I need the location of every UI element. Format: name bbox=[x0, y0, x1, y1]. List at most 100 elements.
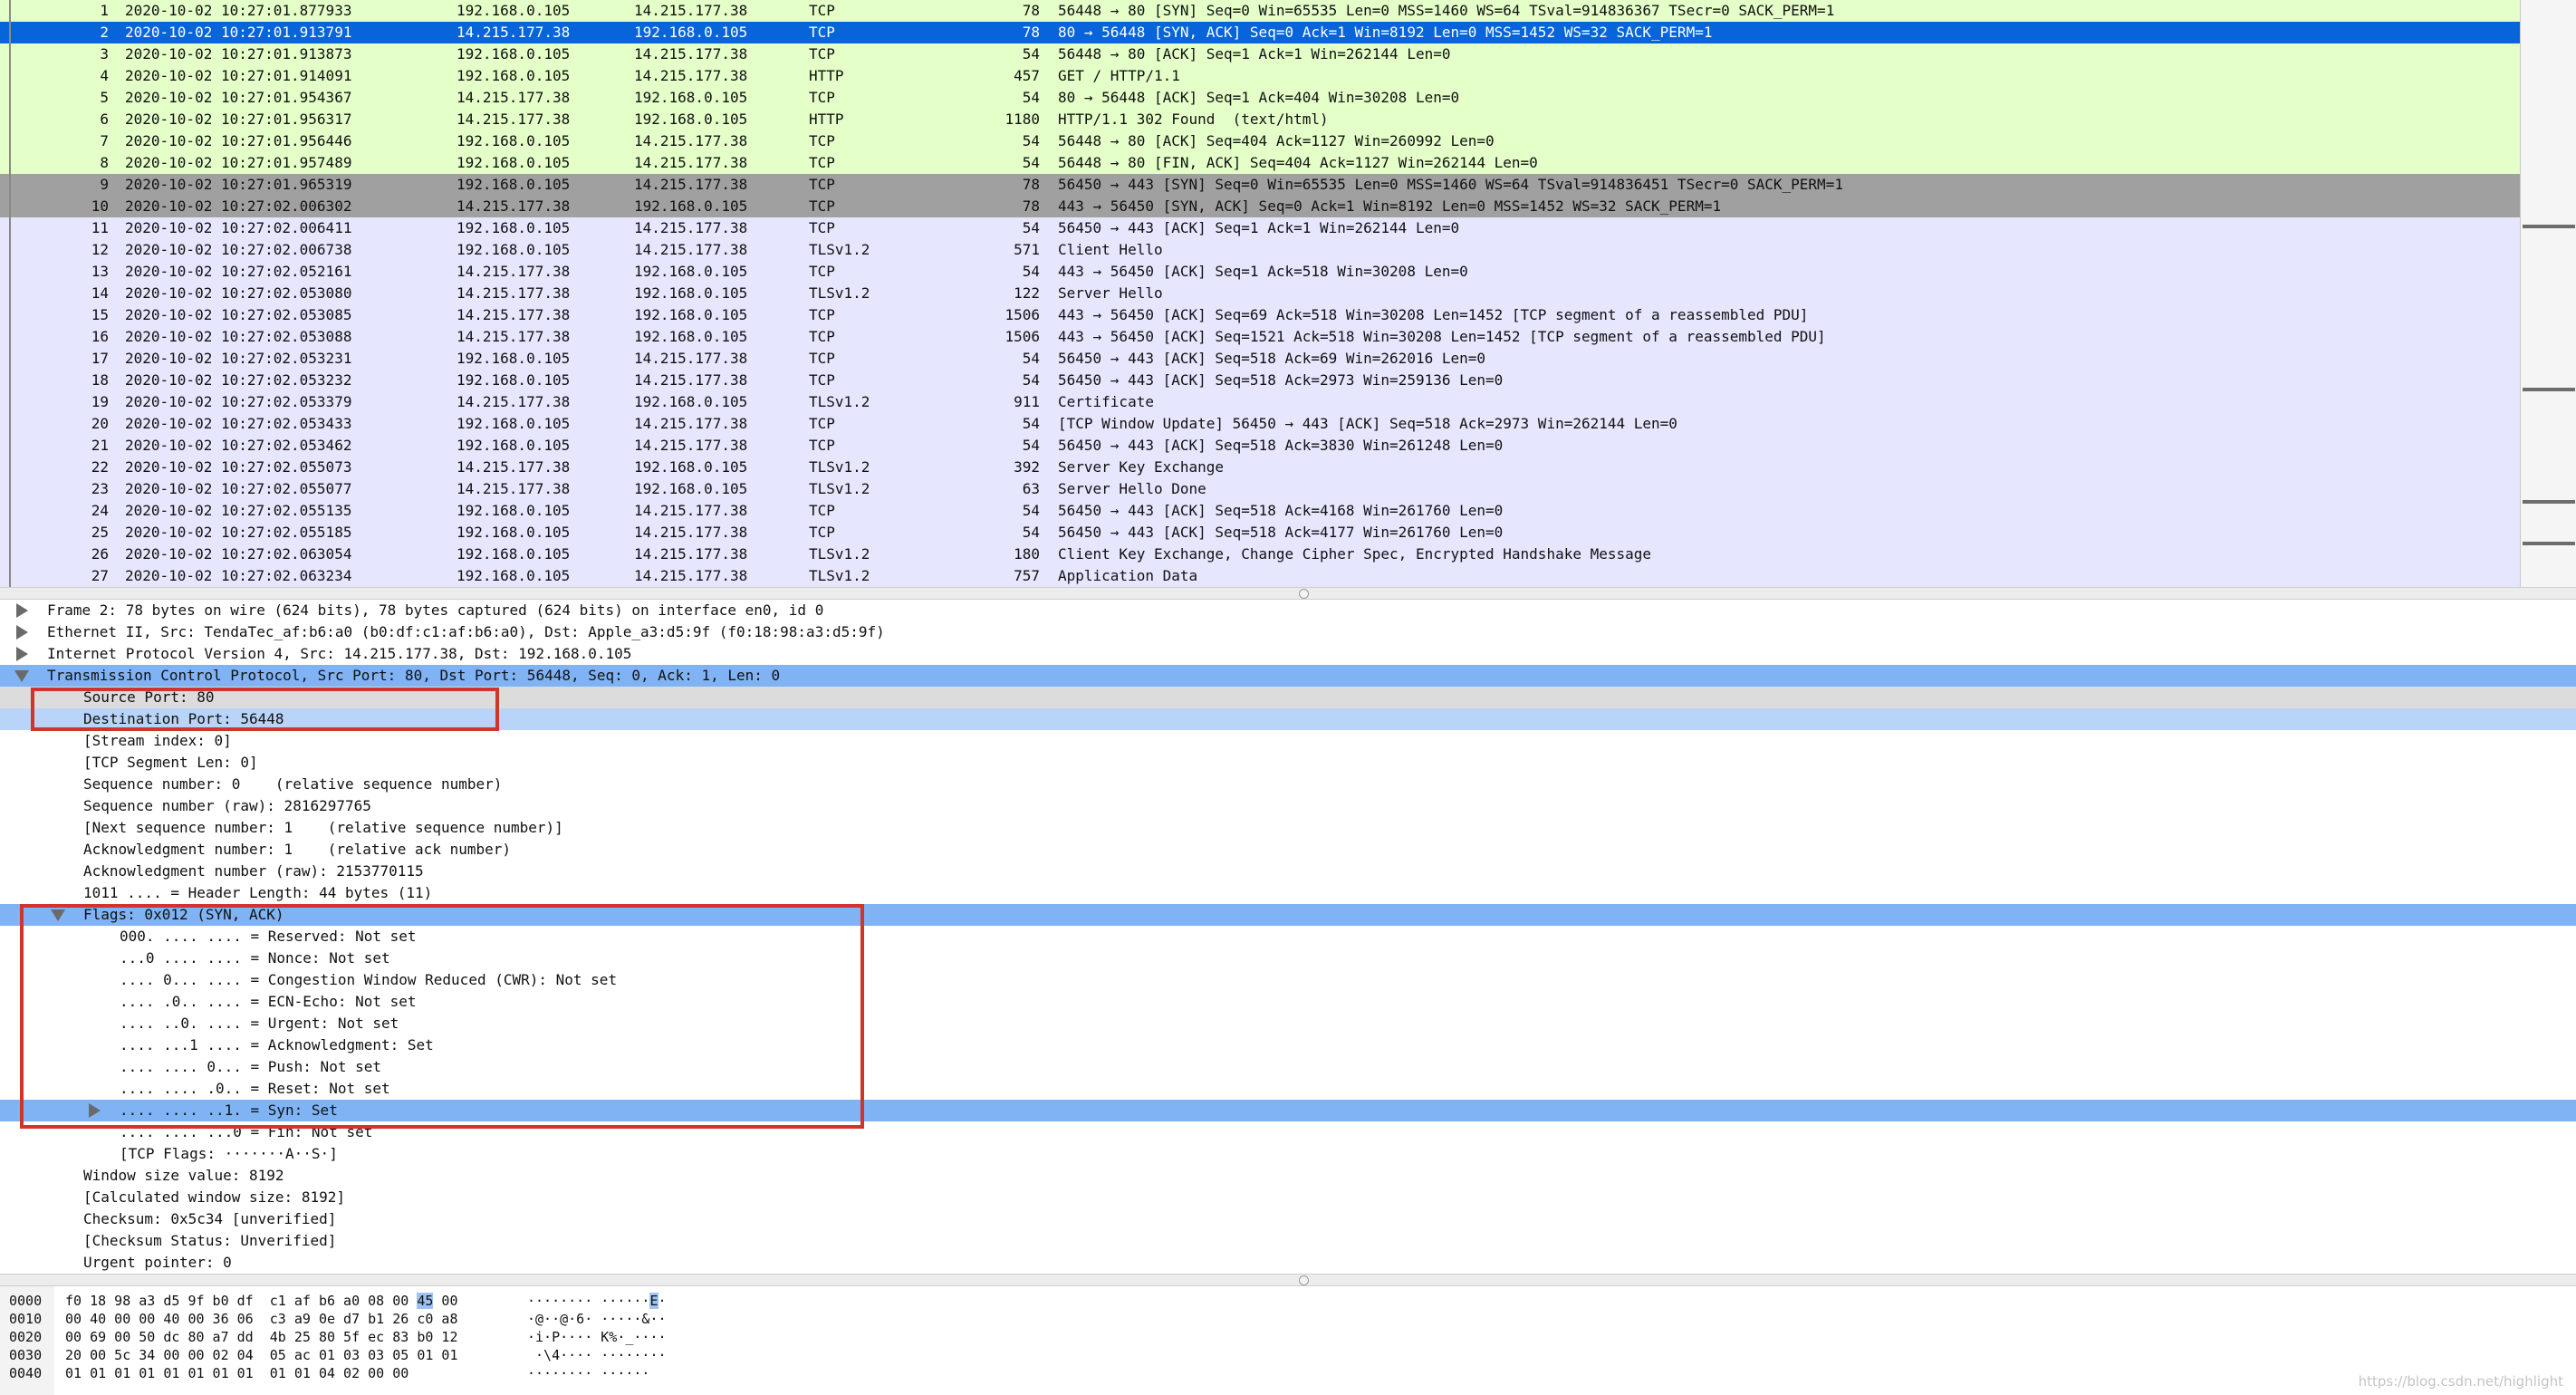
packet-row[interactable]: 16 2020-10-02 10:27:02.053088 14.215.177.3… bbox=[0, 326, 2520, 348]
packet-row[interactable]: 11 2020-10-02 10:27:02.006411 192.168.0.10… bbox=[0, 217, 2520, 239]
packet-row[interactable]: 23 2020-10-02 10:27:02.055077 14.215.177.3… bbox=[0, 478, 2520, 500]
packet-row[interactable]: 5 2020-10-02 10:27:01.954367 14.215.177.38… bbox=[0, 87, 2520, 109]
detail-tree-row[interactable]: .... .... 0... = Push: Not set bbox=[0, 1056, 2576, 1078]
packet-row[interactable]: 17 2020-10-02 10:27:02.053231 192.168.0.10… bbox=[0, 348, 2520, 370]
hex-bytes[interactable]: 20 00 5c 34 00 00 02 04 05 ac 01 03 03 0… bbox=[65, 1346, 457, 1364]
detail-tree-row[interactable]: [Stream index: 0] bbox=[0, 730, 2576, 752]
packet-row[interactable]: 6 2020-10-02 10:27:01.956317 14.215.177.38… bbox=[0, 109, 2520, 130]
detail-tree-row[interactable]: Source Port: 80 bbox=[0, 687, 2576, 708]
detail-tree-row[interactable]: 000. .... .... = Reserved: Not set bbox=[0, 926, 2576, 948]
packet-row[interactable]: 10 2020-10-02 10:27:02.006302 14.215.177.3… bbox=[0, 196, 2520, 217]
detail-tree-row[interactable]: Ethernet II, Src: TendaTec_af:b6:a0 (b0:… bbox=[0, 621, 2576, 643]
hex-ascii[interactable]: ·\4···· ········ bbox=[527, 1346, 667, 1364]
packet-row[interactable]: 12 2020-10-02 10:27:02.006738 192.168.0.10… bbox=[0, 239, 2520, 261]
packet-info-cell: 56450 → 443 [ACK] Seq=518 Ack=2973 Win=2… bbox=[1058, 371, 1504, 389]
packet-proto-cell: TCP bbox=[809, 328, 835, 345]
packet-row[interactable]: 25 2020-10-02 10:27:02.055185 192.168.0.10… bbox=[0, 522, 2520, 544]
detail-tree-row[interactable]: .... .0.. .... = ECN-Echo: Not set bbox=[0, 991, 2576, 1013]
detail-tree-row[interactable]: [TCP Segment Len: 0] bbox=[0, 752, 2576, 774]
packet-src-cell: 192.168.0.105 bbox=[457, 415, 571, 432]
hex-ascii[interactable]: ········ ······E· bbox=[527, 1292, 667, 1310]
pane-splitter-top[interactable] bbox=[0, 587, 2576, 600]
hex-bytes[interactable]: f0 18 98 a3 d5 9f b0 df c1 af b6 a0 08 0… bbox=[65, 1292, 457, 1310]
expand-arrow-icon[interactable] bbox=[16, 603, 28, 618]
detail-tree-row[interactable]: [TCP Flags: ·······A··S·] bbox=[0, 1143, 2576, 1165]
hex-ascii[interactable]: ·@··@·6· ·····&·· bbox=[527, 1310, 667, 1328]
packet-bytes-pane[interactable]: 0000 f0 18 98 a3 d5 9f b0 df c1 af b6 a0 … bbox=[0, 1286, 2576, 1395]
ascii-char-group: ········ ······ bbox=[527, 1293, 650, 1309]
detail-tree-row[interactable]: Window size value: 8192 bbox=[0, 1165, 2576, 1187]
detail-tree-row[interactable]: [Checksum Status: Unverified] bbox=[0, 1230, 2576, 1252]
packet-row[interactable]: 8 2020-10-02 10:27:01.957489 192.168.0.105… bbox=[0, 152, 2520, 174]
packet-row[interactable]: 13 2020-10-02 10:27:02.052161 14.215.177.3… bbox=[0, 261, 2520, 283]
hex-bytes[interactable]: 01 01 01 01 01 01 01 01 01 01 04 02 00 0… bbox=[65, 1364, 409, 1382]
packet-row[interactable]: 26 2020-10-02 10:27:02.063054 192.168.0.10… bbox=[0, 544, 2520, 565]
detail-tree-row[interactable]: Acknowledgment number: 1 (relative ack n… bbox=[0, 839, 2576, 861]
packet-row[interactable]: 18 2020-10-02 10:27:02.053232 192.168.0.10… bbox=[0, 370, 2520, 391]
packet-dst-cell: 14.215.177.38 bbox=[634, 437, 748, 454]
packet-time-cell: 2020-10-02 10:27:02.063054 bbox=[125, 545, 352, 563]
minimap-marker bbox=[2523, 388, 2575, 391]
packet-row[interactable]: 24 2020-10-02 10:27:02.055135 192.168.0.10… bbox=[0, 500, 2520, 522]
collapse-arrow-icon[interactable] bbox=[14, 670, 29, 682]
packet-list[interactable]: 1 2020-10-02 10:27:01.877933 192.168.0.105… bbox=[0, 0, 2576, 587]
detail-tree-row[interactable]: .... .... ...0 = Fin: Not set bbox=[0, 1121, 2576, 1143]
detail-tree-row[interactable]: Destination Port: 56448 bbox=[0, 708, 2576, 730]
expand-arrow-icon[interactable] bbox=[16, 625, 28, 640]
packet-len-cell: 78 bbox=[1022, 197, 1040, 215]
detail-tree-row[interactable]: Transmission Control Protocol, Src Port:… bbox=[0, 665, 2576, 687]
detail-tree-row[interactable]: .... .... ..1. = Syn: Set bbox=[0, 1100, 2576, 1121]
packet-row[interactable]: 19 2020-10-02 10:27:02.053379 14.215.177.3… bbox=[0, 391, 2520, 413]
packet-time-cell: 2020-10-02 10:27:02.063234 bbox=[125, 567, 352, 584]
detail-tree-row[interactable]: .... .... .0.. = Reset: Not set bbox=[0, 1078, 2576, 1100]
hex-ascii[interactable]: ·i·P···· K%·_···· bbox=[527, 1328, 667, 1346]
expand-arrow-icon[interactable] bbox=[89, 1103, 101, 1118]
packet-list-scroll-minimap[interactable] bbox=[2520, 0, 2576, 587]
splitter-handle-icon[interactable] bbox=[1299, 1275, 1309, 1285]
hex-bytes[interactable]: 00 69 00 50 dc 80 a7 dd 4b 25 80 5f ec 8… bbox=[65, 1328, 457, 1346]
detail-tree-row[interactable]: Urgent pointer: 0 bbox=[0, 1252, 2576, 1274]
splitter-handle-icon[interactable] bbox=[1299, 589, 1309, 599]
packet-row[interactable]: 14 2020-10-02 10:27:02.053080 14.215.177.3… bbox=[0, 283, 2520, 304]
detail-tree-row[interactable]: .... 0... .... = Congestion Window Reduc… bbox=[0, 969, 2576, 991]
hex-ascii[interactable]: ········ ······ bbox=[527, 1364, 649, 1382]
packet-row[interactable]: 20 2020-10-02 10:27:02.053433 192.168.0.10… bbox=[0, 413, 2520, 435]
collapse-arrow-icon[interactable] bbox=[51, 909, 65, 921]
detail-tree-row[interactable]: Sequence number (raw): 2816297765 bbox=[0, 795, 2576, 817]
detail-tree-row[interactable]: ...0 .... .... = Nonce: Not set bbox=[0, 948, 2576, 969]
packet-row[interactable]: 1 2020-10-02 10:27:01.877933 192.168.0.105… bbox=[0, 0, 2520, 22]
packet-row[interactable]: 7 2020-10-02 10:27:01.956446 192.168.0.105… bbox=[0, 130, 2520, 152]
packet-row[interactable]: 4 2020-10-02 10:27:01.914091 192.168.0.105… bbox=[0, 65, 2520, 87]
detail-tree-row[interactable]: .... ..0. .... = Urgent: Not set bbox=[0, 1013, 2576, 1034]
conversation-bracket bbox=[9, 87, 11, 109]
packet-dst-cell: 192.168.0.105 bbox=[634, 306, 748, 323]
packet-row[interactable]: 22 2020-10-02 10:27:02.055073 14.215.177.3… bbox=[0, 457, 2520, 478]
packet-row[interactable]: 27 2020-10-02 10:27:02.063234 192.168.0.10… bbox=[0, 565, 2520, 587]
detail-field-text: [Stream index: 0] bbox=[83, 732, 232, 749]
packet-src-cell: 14.215.177.38 bbox=[457, 393, 571, 410]
detail-tree-row[interactable]: .... ...1 .... = Acknowledgment: Set bbox=[0, 1034, 2576, 1056]
hex-offset: 0030 bbox=[9, 1347, 43, 1363]
detail-tree-row[interactable]: Sequence number: 0 (relative sequence nu… bbox=[0, 774, 2576, 795]
packet-row-selected[interactable]: 2 2020-10-02 10:27:01.913791 14.215.177.38… bbox=[0, 22, 2520, 43]
packet-row[interactable]: 9 2020-10-02 10:27:01.965319 192.168.0.105… bbox=[0, 174, 2520, 196]
packet-row[interactable]: 3 2020-10-02 10:27:01.913873 192.168.0.105… bbox=[0, 43, 2520, 65]
detail-tree-row[interactable]: [Calculated window size: 8192] bbox=[0, 1187, 2576, 1208]
expand-arrow-icon[interactable] bbox=[16, 647, 28, 661]
detail-tree-row[interactable]: 1011 .... = Header Length: 44 bytes (11) bbox=[0, 882, 2576, 904]
packet-proto-cell: TCP bbox=[809, 219, 835, 236]
detail-tree-row[interactable]: Frame 2: 78 bytes on wire (624 bits), 78… bbox=[0, 600, 2576, 621]
detail-tree-row[interactable]: Acknowledgment number (raw): 2153770115 bbox=[0, 861, 2576, 882]
packet-len-cell: 757 bbox=[1014, 567, 1040, 584]
detail-tree-row[interactable]: Checksum: 0x5c34 [unverified] bbox=[0, 1208, 2576, 1230]
packet-details-tree[interactable]: Frame 2: 78 bytes on wire (624 bits), 78… bbox=[0, 600, 2576, 1274]
packet-row[interactable]: 21 2020-10-02 10:27:02.053462 192.168.0.10… bbox=[0, 435, 2520, 457]
detail-tree-row[interactable]: [Next sequence number: 1 (relative seque… bbox=[0, 817, 2576, 839]
hex-bytes[interactable]: 00 40 00 00 40 00 36 06 c3 a9 0e d7 b1 2… bbox=[65, 1310, 457, 1328]
packet-row[interactable]: 15 2020-10-02 10:27:02.053085 14.215.177.3… bbox=[0, 304, 2520, 326]
detail-tree-row[interactable]: Internet Protocol Version 4, Src: 14.215… bbox=[0, 643, 2576, 665]
detail-field-text: Acknowledgment number (raw): 2153770115 bbox=[83, 862, 424, 880]
detail-tree-row[interactable]: Flags: 0x012 (SYN, ACK) bbox=[0, 904, 2576, 926]
pane-splitter-bottom[interactable] bbox=[0, 1274, 2576, 1286]
packet-dst-cell: 14.215.177.38 bbox=[634, 371, 748, 389]
